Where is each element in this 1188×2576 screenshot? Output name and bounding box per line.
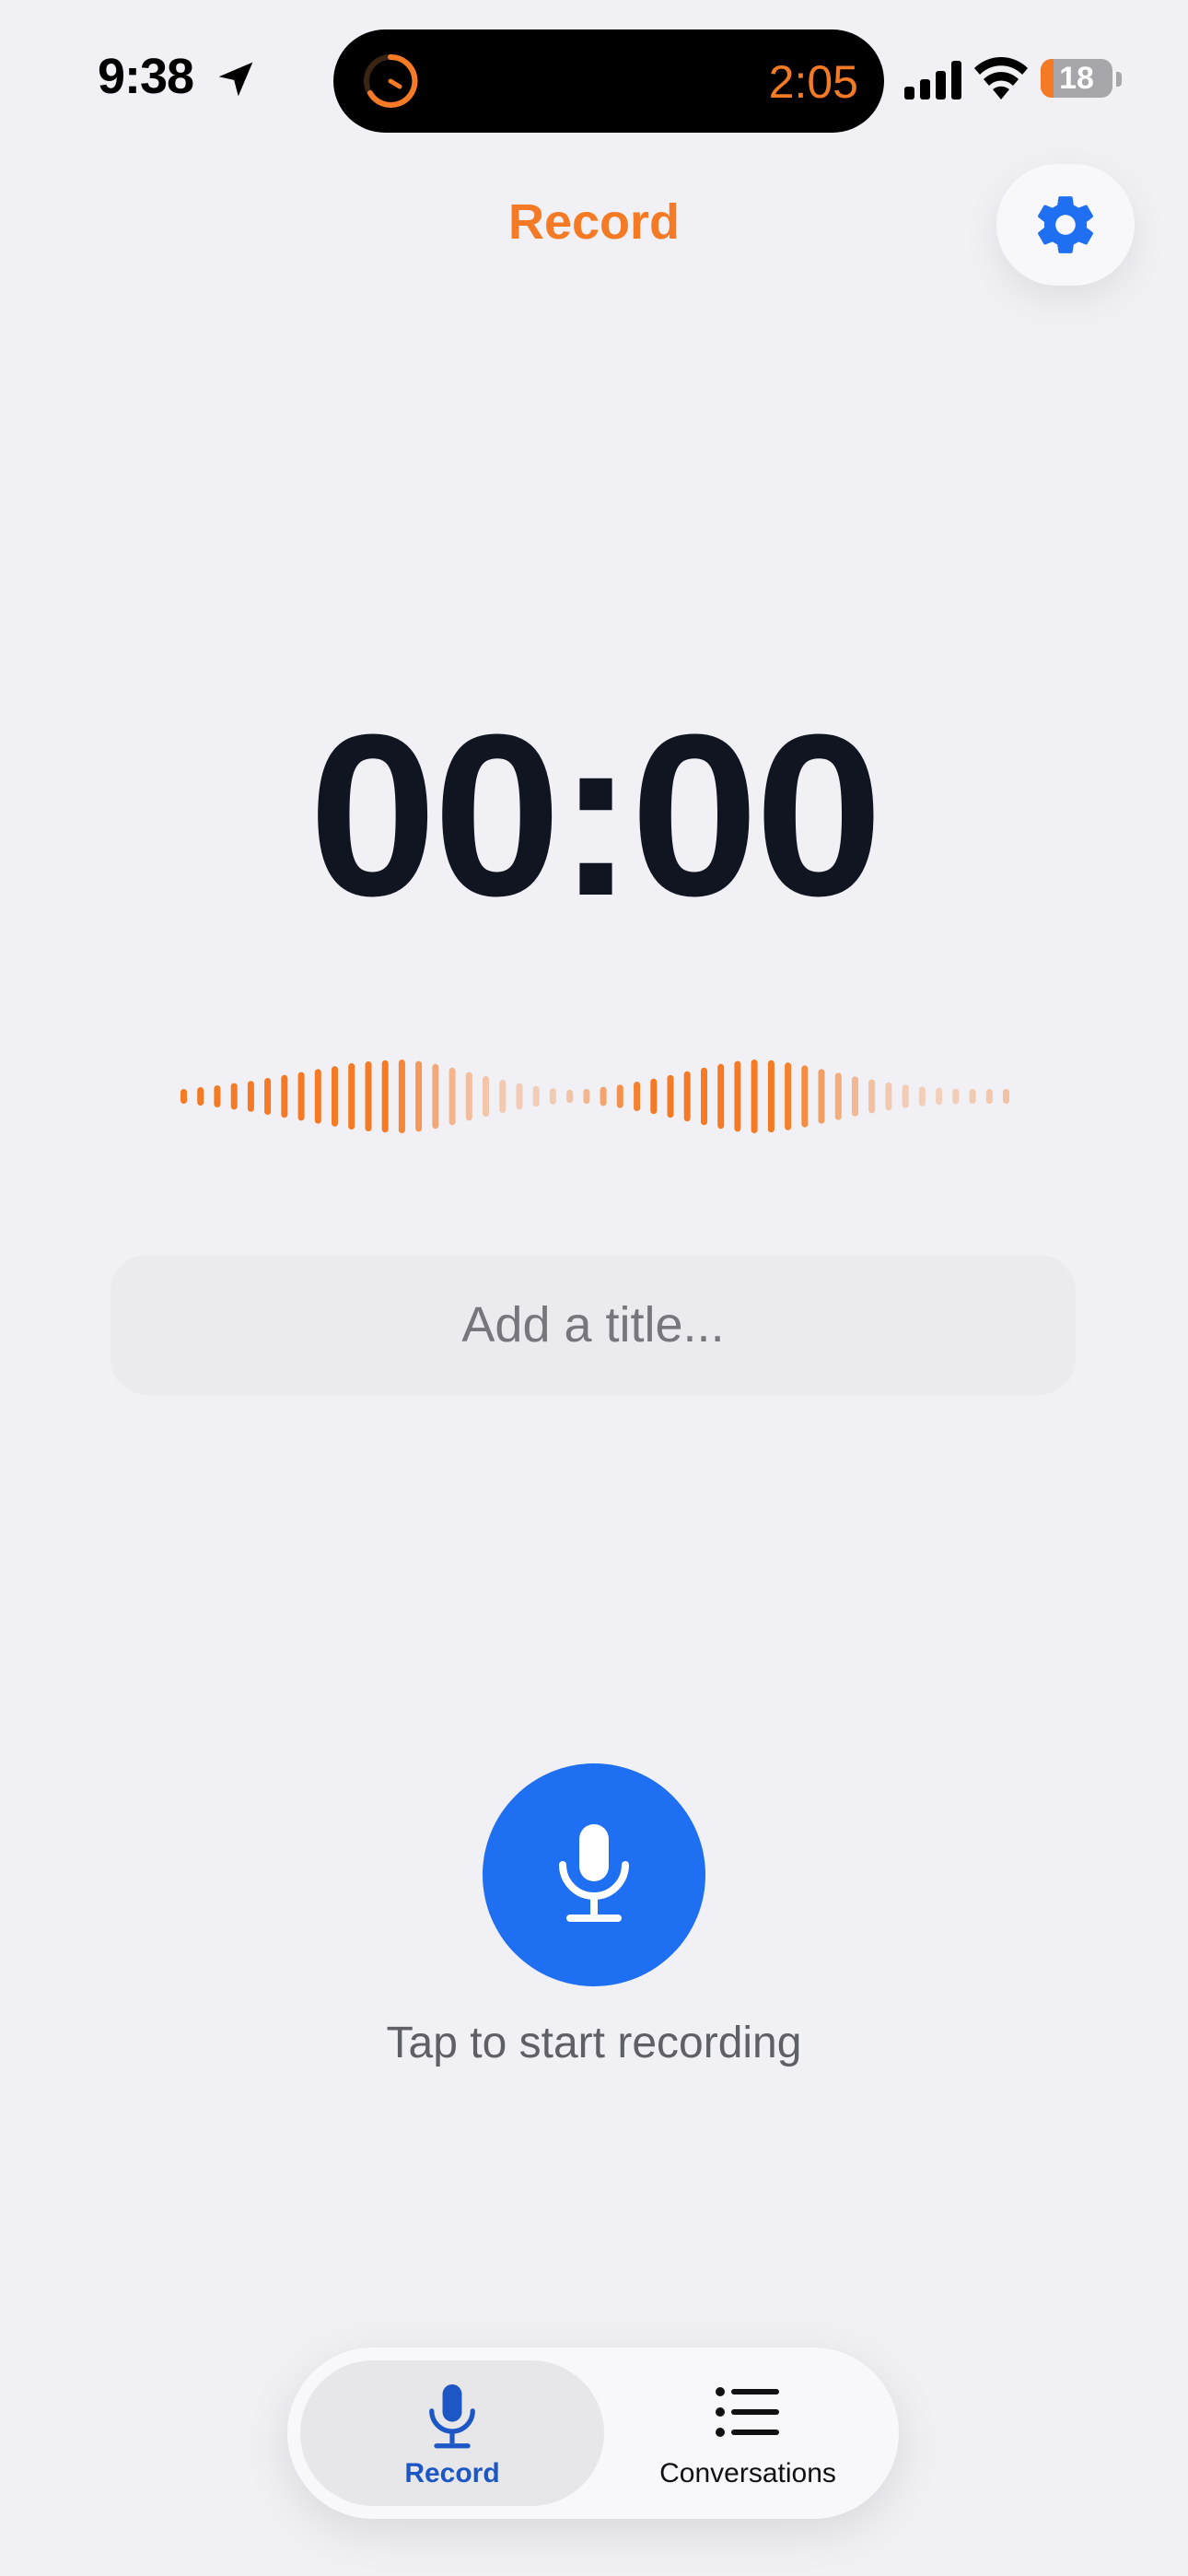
waveform-bar [465,1071,472,1121]
waveform-bar [332,1066,338,1127]
waveform-bar [801,1065,809,1128]
dynamic-island[interactable]: 2:05 [333,29,884,133]
waveform-bar [650,1078,658,1115]
waveform-bar [767,1060,775,1133]
waveform-bar [852,1076,858,1117]
record-screen: 9:38 2:05 18 Record 00:00 Add a title...… [0,0,1188,2576]
title-input[interactable] [111,1255,1076,1395]
waveform-bar [398,1060,405,1133]
waveform-bar [549,1088,556,1105]
waveform-bar [415,1060,423,1132]
microphone-icon [429,2384,475,2449]
waveform-bar [264,1078,272,1115]
waveform-bar [868,1079,876,1114]
waveform-bar [701,1067,707,1126]
waveform-bar [683,1071,691,1122]
waveform-bar [600,1086,607,1107]
tab-record-label: Record [404,2458,500,2488]
waveform-bar [448,1067,456,1126]
waveform-bar [751,1060,758,1133]
island-timer-text: 2:05 [768,56,858,108]
waveform-bar [281,1074,288,1118]
waveform-bar [181,1089,187,1104]
tab-record[interactable]: Record [300,2360,604,2506]
waveform-bar [1003,1089,1009,1104]
waveform-bar [717,1063,725,1130]
waveform-bar [483,1076,489,1117]
battery-nub [1116,72,1122,87]
waveform-bar [818,1069,825,1124]
waveform-bar [348,1063,355,1130]
waveform-bar [214,1085,221,1107]
status-bar-time: 9:38 [98,49,194,104]
settings-button[interactable] [996,164,1135,286]
tab-conversations[interactable]: Conversations [610,2360,886,2506]
waveform-bar [230,1083,238,1110]
waveform-bar [583,1089,590,1104]
waveform-bar [952,1088,960,1105]
timer-ring-icon [364,53,418,108]
microphone-icon [559,1824,629,1922]
waveform-bar [432,1063,439,1130]
battery-level-text: 18 [1059,61,1094,96]
waveform-bar [616,1084,623,1108]
record-hint-text: Tap to start recording [386,2019,802,2067]
waveform-bar [936,1087,943,1106]
waveform-bar [734,1060,741,1132]
waveform-bar [532,1085,540,1107]
waveform-bar [902,1084,909,1108]
waveform-bar [247,1081,254,1112]
elapsed-timer: 00:00 [309,686,882,943]
cellular-signal-icon [904,61,961,100]
tab-bar: Record Conversations [287,2348,899,2519]
waveform-bar [516,1083,523,1110]
tab-conversations-label: Conversations [659,2458,836,2488]
wifi-icon [974,57,1028,100]
audio-waveform [181,1060,1009,1133]
waveform-bar [834,1072,842,1120]
waveform-bar [365,1061,372,1131]
waveform-bar [985,1089,993,1104]
waveform-bar [499,1080,507,1113]
waveform-bar [918,1086,926,1107]
waveform-bar [566,1089,574,1104]
waveform-bar [381,1060,389,1133]
waveform-bar [297,1071,305,1121]
waveform-bar [885,1082,892,1111]
waveform-bar [197,1087,204,1106]
gear-icon [1038,196,1093,253]
waveform-bar [785,1062,792,1130]
location-arrow-icon [218,62,253,97]
waveform-bar [667,1074,674,1118]
waveform-bar [969,1089,976,1104]
waveform-bar [314,1069,321,1124]
waveform-bar [634,1082,641,1111]
battery-indicator: 18 [1041,59,1112,98]
start-recording-button[interactable] [483,1763,705,1986]
list-icon [716,2387,779,2437]
